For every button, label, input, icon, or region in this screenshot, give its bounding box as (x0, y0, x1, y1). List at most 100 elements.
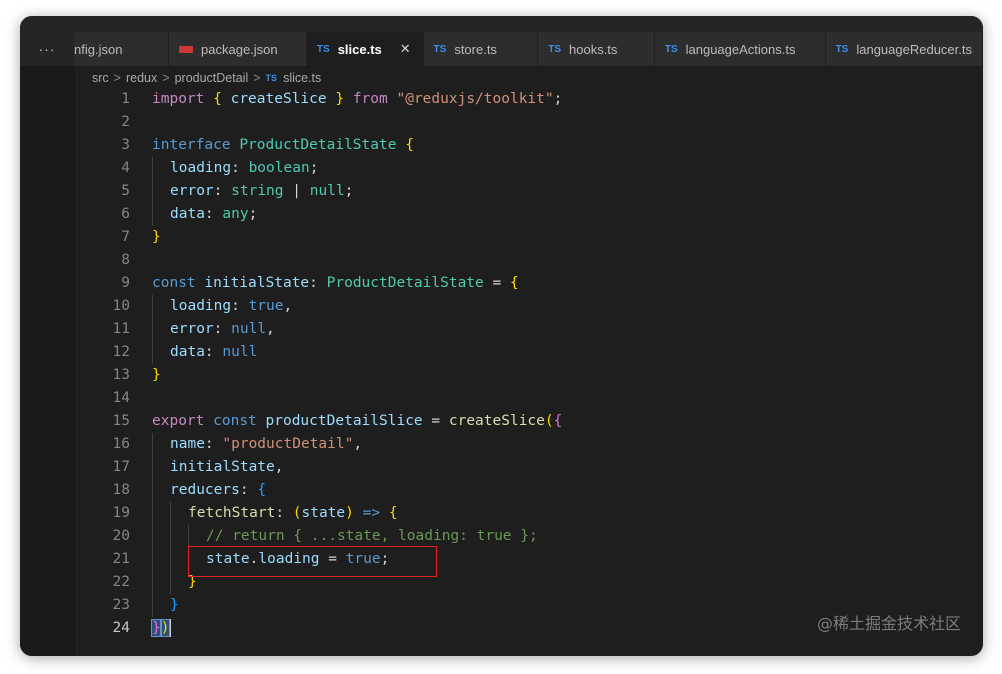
indent-guide (170, 502, 188, 525)
line-number: 13 (112, 367, 130, 383)
code-text: } (152, 571, 197, 594)
indent-guide (170, 548, 188, 571)
indent-guide (152, 479, 170, 502)
line-number: 5 (121, 183, 130, 199)
tab-language-reducer-ts[interactable]: TS languageReducer.ts (825, 32, 983, 66)
typescript-icon: TS (265, 73, 278, 83)
code-text: name: "productDetail", (152, 433, 362, 456)
matched-bracket: } (151, 619, 162, 637)
typescript-icon: TS (316, 43, 330, 55)
tab-label: package.json (201, 41, 278, 57)
code-editor[interactable]: 1 import { createSlice } from "@reduxjs/t… (76, 88, 983, 656)
indent-guide (152, 157, 170, 180)
line-number: 14 (112, 390, 130, 406)
code-text: export const productDetailSlice = create… (152, 413, 563, 429)
indent-guide (152, 525, 170, 548)
line-number: 2 (121, 114, 130, 130)
indent-guide (152, 295, 170, 318)
line-number: 7 (121, 229, 130, 245)
code-line: 13} (76, 364, 983, 387)
line-number: 8 (121, 252, 130, 268)
indent-guide (188, 548, 206, 571)
code-line: 2 (76, 111, 983, 134)
indent-guide (152, 571, 170, 594)
code-line: 4 loading: boolean; (76, 157, 983, 180)
close-icon[interactable]: ✕ (400, 41, 411, 57)
line-number: 6 (121, 206, 130, 222)
activity-strip (20, 66, 77, 656)
breadcrumb-item-file[interactable]: slice.ts (283, 71, 321, 85)
code-text: const initialState: ProductDetailState =… (152, 275, 519, 291)
code-text: data: null (152, 341, 257, 364)
code-text: import { createSlice } from "@reduxjs/to… (152, 91, 563, 107)
indent-guide (152, 594, 170, 617)
tab-slice-ts[interactable]: TS slice.ts ✕ (306, 32, 424, 66)
code-text: initialState, (152, 456, 284, 479)
indent-guide (170, 571, 188, 594)
indent-guide (170, 525, 188, 548)
indent-guide (152, 203, 170, 226)
line-number: 15 (112, 413, 130, 429)
code-line: 15 export const productDetailSlice = crea… (76, 410, 983, 433)
line-number: 1 (121, 91, 130, 107)
typescript-icon: TS (548, 43, 561, 55)
line-number: 18 (112, 482, 130, 498)
chevron-right-icon: > (113, 71, 121, 85)
line-number: 10 (112, 298, 130, 314)
code-text: } (152, 367, 161, 383)
code-text: state.loading = true; (152, 548, 389, 571)
code-line: 1 import { createSlice } from "@reduxjs/t… (76, 88, 983, 111)
tab-label: languageReducer.ts (856, 41, 972, 57)
breadcrumb-item-src[interactable]: src (92, 71, 109, 85)
npm-icon (179, 45, 194, 53)
indent-guide (188, 525, 206, 548)
matched-bracket: ) (159, 619, 171, 637)
code-line: 9 const initialState: ProductDetailState … (76, 272, 983, 295)
code-text: data: any; (152, 203, 257, 226)
tab-bar: ··· nfig.json package.json TS slice.ts ✕… (20, 32, 983, 67)
code-line: 11 error: null, (76, 318, 983, 341)
tab-tsconfig-json[interactable]: nfig.json (74, 32, 170, 66)
indent-guide (152, 180, 170, 203)
line-number: 11 (112, 321, 130, 337)
tab-package-json[interactable]: package.json (169, 32, 307, 66)
tab-language-actions-ts[interactable]: TS languageActions.ts (654, 32, 826, 66)
code-line: 5 error: string | null; (76, 180, 983, 203)
indent-guide (152, 318, 170, 341)
more-tabs-icon[interactable]: ··· (20, 32, 74, 66)
code-line: 7} (76, 226, 983, 249)
code-text: interface ProductDetailState { (152, 137, 414, 153)
breadcrumb-item-product-detail[interactable]: productDetail (175, 71, 249, 85)
breadcrumb-item-redux[interactable]: redux (126, 71, 157, 85)
code-line: 6 data: any; (76, 203, 983, 226)
code-text: reducers: { (152, 479, 266, 502)
code-line: 3 interface ProductDetailState { (76, 134, 983, 157)
code-line: 17 initialState, (76, 456, 983, 479)
code-line: 18 reducers: { (76, 479, 983, 502)
code-line: 21 state.loading = true; (76, 548, 983, 571)
line-number: 12 (112, 344, 130, 360)
indent-guide (152, 433, 170, 456)
code-line: 14 (76, 387, 983, 410)
line-number: 23 (112, 597, 130, 613)
code-text: loading: boolean; (152, 157, 318, 180)
typescript-icon: TS (664, 43, 678, 55)
tab-store-ts[interactable]: TS store.ts (423, 32, 539, 66)
code-text: // return { ...state, loading: true }; (152, 525, 538, 548)
tab-label: store.ts (454, 41, 497, 57)
line-number: 21 (112, 551, 130, 567)
code-text: } (152, 229, 161, 245)
line-number: 16 (112, 436, 130, 452)
tab-hooks-ts[interactable]: TS hooks.ts (538, 32, 655, 66)
line-number: 17 (112, 459, 130, 475)
code-line: 20 // return { ...state, loading: true }; (76, 525, 983, 548)
code-text: error: null, (152, 318, 275, 341)
code-text: error: string | null; (152, 180, 353, 203)
indent-guide (152, 502, 170, 525)
code-line: 22} (76, 571, 983, 594)
tab-label: hooks.ts (569, 41, 618, 57)
line-number: 19 (112, 505, 130, 521)
code-text: loading: true, (152, 295, 292, 318)
code-line: 10 loading: true, (76, 295, 983, 318)
editor-window: ··· nfig.json package.json TS slice.ts ✕… (20, 16, 983, 656)
